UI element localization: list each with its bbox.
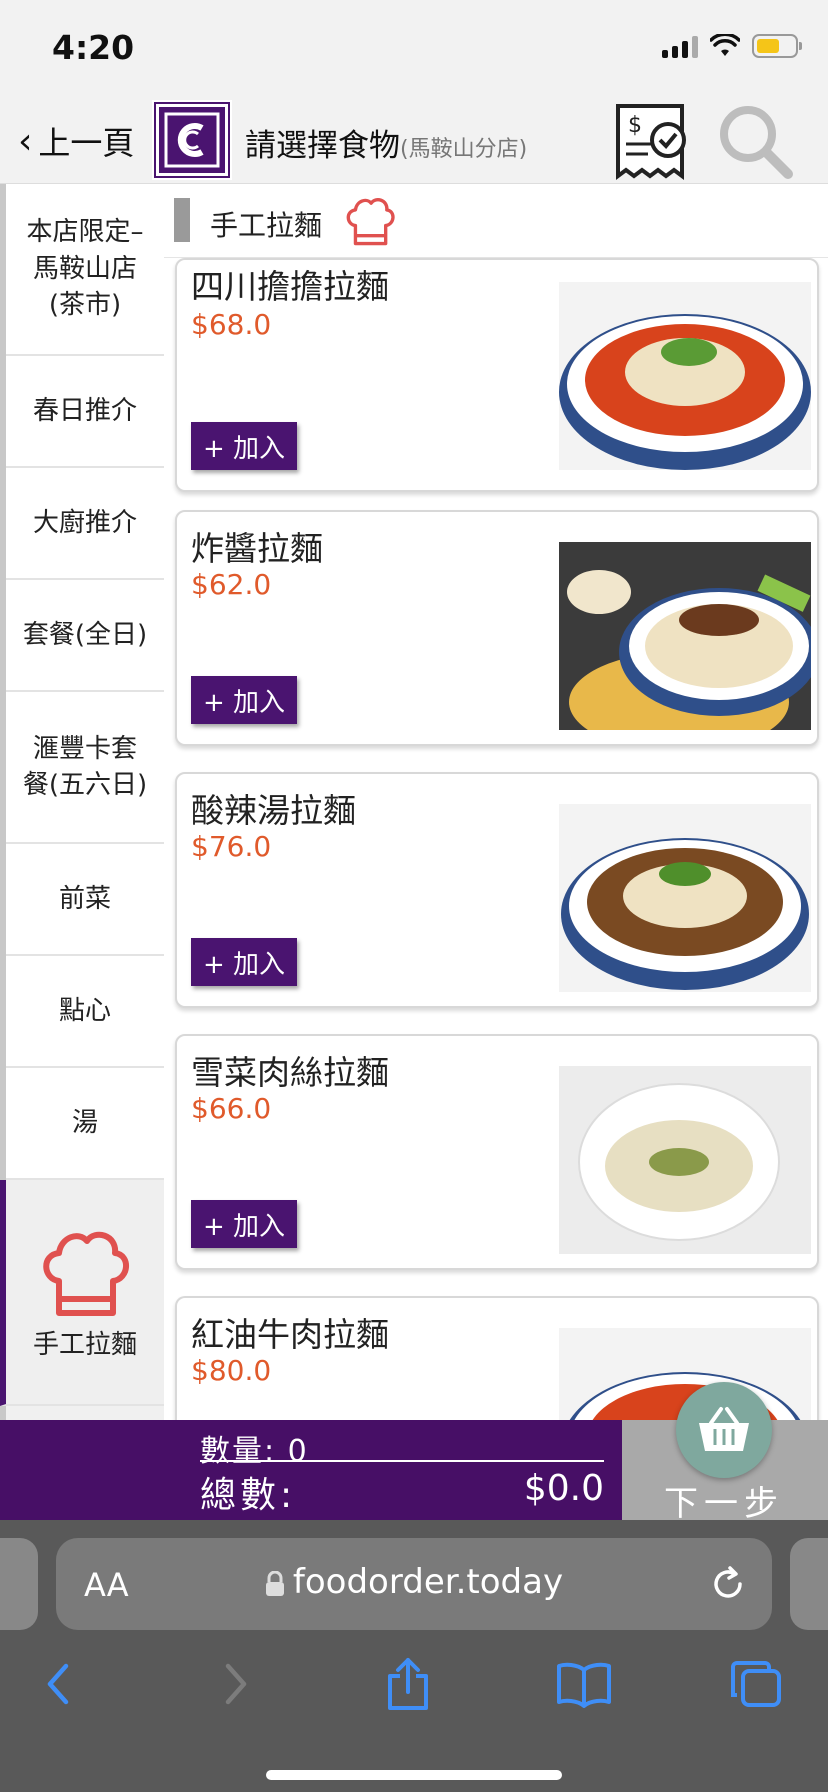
- add-button[interactable]: + 加入: [191, 1200, 298, 1248]
- sidebar-item-maonshan-teatime[interactable]: 本店限定– 馬鞍山店 (茶市): [6, 184, 164, 356]
- bookmarks-button[interactable]: [552, 1652, 616, 1716]
- product-name: 雪菜肉絲拉麵: [191, 1053, 389, 1092]
- sidebar-item-dim-sum[interactable]: 點心: [6, 956, 164, 1068]
- browser-toolbar: [0, 1630, 828, 1792]
- quantity-value: 0: [287, 1434, 309, 1469]
- add-button[interactable]: + 加入: [191, 422, 298, 470]
- category-marker: [174, 198, 190, 242]
- chevron-left-icon: ‹: [18, 120, 33, 162]
- quantity-display: 數量: 0: [200, 1426, 309, 1470]
- sidebar-item-soup[interactable]: 湯: [6, 1068, 164, 1180]
- app-header: ‹ 上一頁 請選擇食物(馬鞍山分店) $: [0, 100, 828, 184]
- category-sidebar: 本店限定– 馬鞍山店 (茶市) 春日推介 大廚推介 套餐(全日) 滙豐卡套 餐(…: [0, 184, 164, 1420]
- category-header: 手工拉麵: [164, 184, 828, 258]
- product-card: 酸辣湯拉麵 $76.0 + 加入: [175, 772, 819, 1008]
- back-button[interactable]: ‹ 上一頁: [18, 118, 134, 164]
- product-name: 紅油牛肉拉麵: [191, 1315, 389, 1354]
- browser-address-bar: AA foodorder.today: [0, 1520, 828, 1630]
- logo-mark: [154, 102, 230, 178]
- product-price: $66.0: [191, 1092, 272, 1125]
- sidebar-item-appetizer[interactable]: 前菜: [6, 844, 164, 956]
- sidebar-item-chef-recommend[interactable]: 大廚推介: [6, 468, 164, 580]
- dish-image: [559, 1066, 811, 1254]
- reload-icon[interactable]: [708, 1564, 748, 1604]
- basket-icon[interactable]: [676, 1382, 772, 1478]
- sidebar-item-set-meal[interactable]: 套餐(全日): [6, 580, 164, 692]
- next-step-label: 下一步: [664, 1484, 784, 1524]
- battery-icon: [752, 34, 802, 58]
- sidebar-item-handmade-noodle[interactable]: 手工拉麵: [0, 1180, 164, 1406]
- chevron-left-icon: [47, 1663, 69, 1705]
- total-value: $0.0: [523, 1468, 604, 1509]
- lock-icon: [265, 1570, 284, 1596]
- url-field[interactable]: AA foodorder.today: [56, 1538, 772, 1630]
- add-button[interactable]: + 加入: [191, 938, 298, 986]
- search-icon[interactable]: [714, 102, 796, 182]
- product-price: $76.0: [191, 830, 272, 863]
- dish-image: [559, 542, 811, 730]
- sidebar-item-label: 手工拉麵: [32, 1329, 137, 1360]
- product-name: 四川擔擔拉麵: [191, 267, 389, 306]
- product-card: 雪菜肉絲拉麵 $66.0 + 加入: [175, 1034, 819, 1270]
- dish-image: [559, 282, 811, 470]
- wifi-icon: [710, 34, 740, 56]
- share-button[interactable]: [376, 1652, 440, 1716]
- restaurant-logo: [152, 100, 232, 180]
- product-card: 炸醬拉麵 $62.0 + 加入: [175, 510, 819, 746]
- share-icon: [388, 1658, 428, 1710]
- back-nav-button[interactable]: [26, 1652, 90, 1716]
- home-indicator: [266, 1770, 562, 1780]
- next-tab-preview[interactable]: [790, 1538, 828, 1630]
- add-button[interactable]: + 加入: [191, 676, 298, 724]
- svg-text:$: $: [628, 113, 642, 138]
- product-price: $80.0: [191, 1354, 272, 1387]
- quantity-label: 數量:: [200, 1434, 277, 1469]
- forward-nav-button[interactable]: [204, 1652, 268, 1716]
- divider: [200, 1460, 604, 1462]
- order-summary-bar: 數量: 0 總數: $0.0: [0, 1420, 622, 1520]
- sidebar-item-spring[interactable]: 春日推介: [6, 356, 164, 468]
- book-icon: [557, 1662, 611, 1708]
- signal-icon: [662, 34, 698, 58]
- page-title-text: 請選擇食物: [245, 128, 400, 164]
- category-title: 手工拉麵: [210, 209, 323, 242]
- back-label: 上一頁: [38, 124, 135, 162]
- product-price: $68.0: [191, 308, 272, 341]
- branch-subtitle: (馬鞍山分店): [400, 137, 528, 162]
- status-bar: 4:20: [0, 0, 828, 100]
- product-name: 炸醬拉麵: [191, 529, 323, 568]
- tabs-button[interactable]: [724, 1652, 788, 1716]
- chef-hat-icon: [346, 198, 395, 246]
- status-indicators: [662, 34, 802, 58]
- total-label: 總數:: [200, 1475, 297, 1516]
- sidebar-item-hsbc-set[interactable]: 滙豐卡套 餐(五六日): [6, 692, 164, 844]
- product-card: 四川擔擔拉麵 $68.0 + 加入: [175, 258, 819, 492]
- product-price: $62.0: [191, 568, 272, 601]
- chevron-right-icon: [225, 1663, 247, 1705]
- product-name: 酸辣湯拉麵: [191, 791, 356, 830]
- page-title: 請選擇食物(馬鞍山分店): [245, 120, 527, 165]
- url-text: foodorder.today: [292, 1562, 564, 1602]
- url-display: foodorder.today: [56, 1562, 772, 1602]
- tabs-icon: [731, 1661, 781, 1707]
- status-time: 4:20: [52, 28, 135, 67]
- receipt-icon[interactable]: $: [612, 100, 692, 180]
- previous-tab-preview[interactable]: [0, 1538, 38, 1630]
- dish-image: [559, 804, 811, 992]
- next-step-button[interactable]: 下一步: [622, 1382, 828, 1524]
- chef-hat-icon: [43, 1231, 129, 1316]
